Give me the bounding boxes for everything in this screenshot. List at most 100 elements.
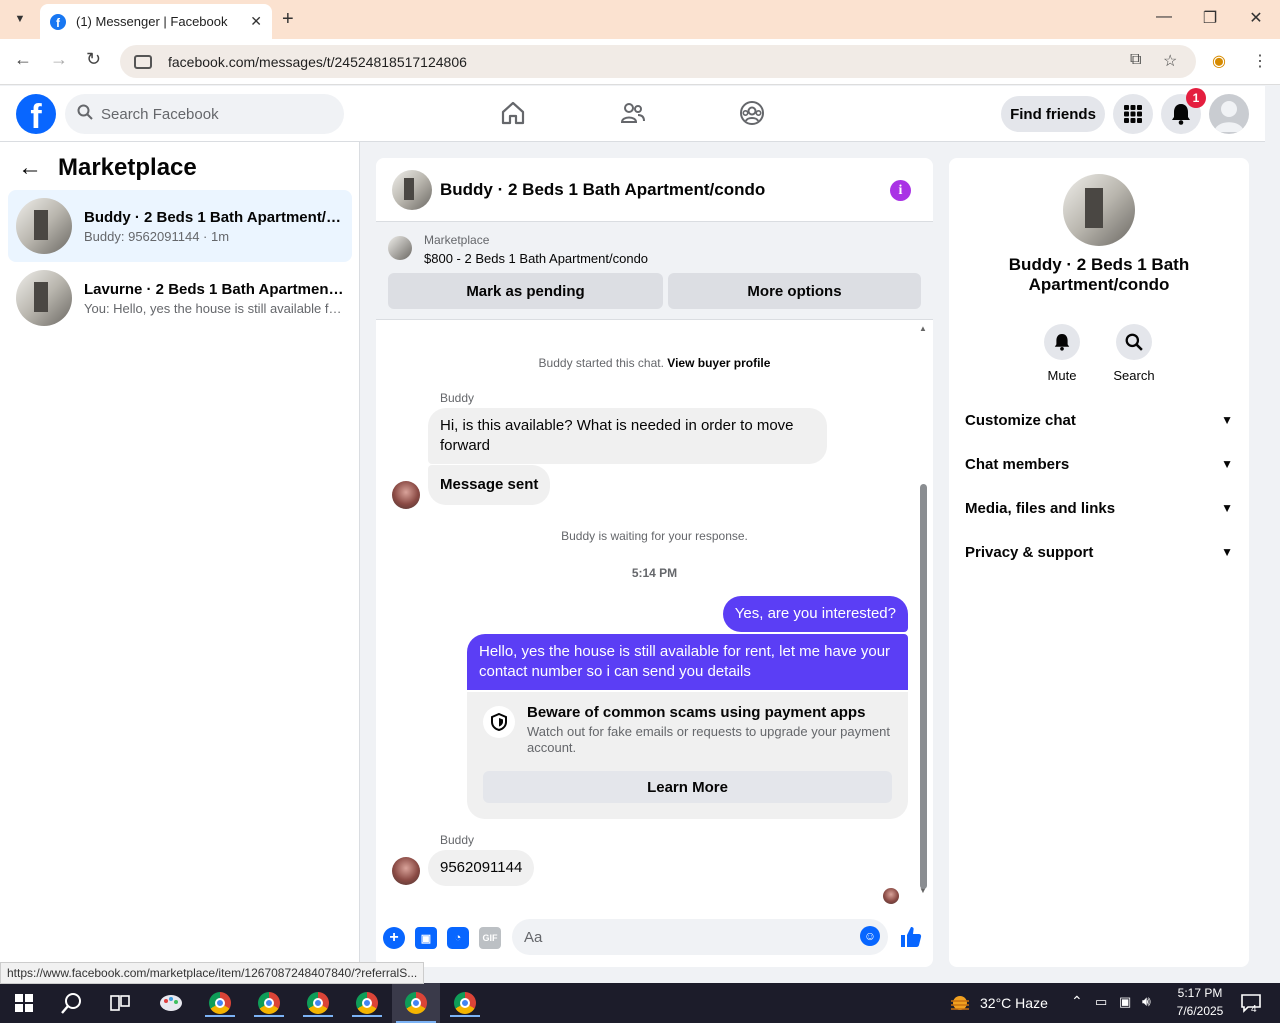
mute-label: Mute [1047,368,1077,383]
restore-icon[interactable]: ❐ [1187,8,1233,28]
chat-members-row[interactable]: Chat members ▼ [957,442,1241,486]
browser-toolbar: ← → ↻ facebook.com/messages/t/2452481851… [0,39,1280,85]
site-info-icon[interactable] [134,54,152,69]
windows-start-icon[interactable] [9,989,39,1017]
facebook-top-nav: f Find friends [0,86,1265,142]
listing-mini-thumbnail[interactable] [388,236,412,260]
chrome-taskbar-icon[interactable] [450,989,480,1017]
customize-chat-row[interactable]: Customize chat ▼ [957,398,1241,442]
message-scrollbar-thumb[interactable] [920,484,927,889]
mute-action[interactable]: Mute [1032,324,1092,383]
listing-thumbnail [16,198,72,254]
chrome-taskbar-icon-active[interactable] [392,983,440,1023]
buddy-avatar[interactable] [392,857,420,885]
conversation-item-buddy[interactable]: Buddy · 2 Beds 1 Bath Apartment/condo Bu… [8,190,352,262]
chat-panel: Buddy · 2 Beds 1 Bath Apartment/condo i … [376,158,933,967]
meet-now-icon[interactable]: ▣ [1119,994,1131,1010]
taskbar-search-icon[interactable] [57,989,87,1017]
weather-text[interactable]: 32°C Haze [980,995,1048,1011]
clock-date[interactable]: 7/6/2025 [1170,1004,1230,1018]
attach-photo-icon[interactable]: ▣ [415,927,437,949]
bell-icon[interactable] [1044,324,1080,360]
home-icon[interactable] [498,98,528,128]
chrome-taskbar-icon[interactable] [303,989,333,1017]
sticker-icon[interactable]: ◔ [447,927,469,949]
chat-started-notice: Buddy started this chat. View buyer prof… [538,356,771,370]
conversation-name: Lavurne · 2 Beds 1 Bath Apartment/condo [84,280,344,298]
facebook-logo-icon[interactable]: f [16,94,56,134]
chevron-down-icon: ▼ [1221,413,1233,427]
marketplace-header: ← Marketplace [18,154,197,182]
message-input[interactable] [524,928,824,946]
bookmark-star-icon[interactable]: ☆ [1163,51,1177,71]
conversation-item-lavurne[interactable]: Lavurne · 2 Beds 1 Bath Apartment/condo … [8,262,352,334]
task-view-icon[interactable] [105,989,135,1017]
incoming-message[interactable]: 9562091144 [428,850,535,886]
tray-expand-icon[interactable]: ⌃ [1071,993,1083,1010]
page-scrollbar[interactable] [1265,86,1280,983]
message-timestamp: 5:14 PM [631,566,678,580]
mark-as-pending-button[interactable]: Mark as pending [388,273,663,309]
listing-price-title[interactable]: $800 - 2 Beds 1 Bath Apartment/condo [424,251,648,266]
more-actions-plus-icon[interactable]: + [383,927,405,949]
chat-title[interactable]: Buddy · 2 Beds 1 Bath Apartment/condo [440,180,765,200]
clock-time[interactable]: 5:17 PM [1173,986,1227,1000]
scroll-up-icon[interactable]: ▲ [919,324,927,333]
facebook-search-input[interactable] [101,105,321,123]
facebook-favicon-icon: f [50,13,66,30]
friends-icon[interactable] [618,98,648,128]
back-icon[interactable]: ← [14,49,32,70]
tab-close-icon[interactable]: ✕ [250,13,262,30]
message-input-box[interactable] [512,919,888,955]
groups-icon[interactable] [737,98,767,128]
outgoing-message[interactable]: Yes, are you interested? [722,596,908,632]
new-tab-icon[interactable]: + [282,8,294,31]
find-friends-button[interactable]: Find friends [1001,96,1105,132]
search-icon[interactable] [1116,324,1152,360]
address-url[interactable]: facebook.com/messages/t/2452481851712480… [168,54,467,70]
gif-icon[interactable]: GIF [479,927,501,949]
marketplace-chats-panel: ← Marketplace Buddy · 2 Beds 1 Bath Apar… [0,142,360,967]
thumbs-up-like-icon[interactable] [899,925,923,949]
chrome-taskbar-icon[interactable] [205,989,235,1017]
buddy-avatar[interactable] [392,481,420,509]
account-avatar[interactable] [1209,94,1249,134]
media-files-links-row[interactable]: Media, files and links ▼ [957,486,1241,530]
conversation-info-icon[interactable]: i [890,180,911,201]
menu-grid-icon[interactable] [1113,94,1153,134]
browser-menu-icon[interactable]: ⋮ [1252,51,1268,71]
chrome-taskbar-icon[interactable] [352,989,382,1017]
close-window-icon[interactable]: ✕ [1233,8,1279,28]
more-options-button[interactable]: More options [668,273,921,309]
listing-profile-thumbnail[interactable] [1063,174,1135,246]
reload-icon[interactable]: ↻ [86,49,101,70]
tab-title: (1) Messenger | Facebook [76,14,228,29]
browser-tab-messenger[interactable]: f (1) Messenger | Facebook ✕ [40,4,272,39]
profile-icon[interactable]: ◉ [1212,51,1226,71]
privacy-support-row[interactable]: Privacy & support ▼ [957,530,1241,574]
install-app-icon[interactable]: ⧉ [1130,51,1141,69]
conversation-name: Buddy · 2 Beds 1 Bath Apartment/condo [84,208,344,226]
learn-more-button[interactable]: Learn More [483,771,892,803]
forward-icon[interactable]: → [50,49,68,70]
search-action[interactable]: Search [1104,324,1164,383]
chrome-taskbar-icon[interactable] [254,989,284,1017]
back-arrow-icon[interactable]: ← [18,154,42,182]
volume-icon[interactable]: 🔊︎ [1142,993,1151,1010]
view-buyer-profile-link[interactable]: View buyer profile [667,356,770,370]
minimize-icon[interactable]: — [1141,8,1187,26]
paint-app-icon[interactable] [156,989,186,1017]
facebook-search[interactable] [65,94,344,134]
incoming-message[interactable]: Message sent [428,465,551,505]
chevron-down-icon: ▼ [1221,457,1233,471]
chat-thumbnail[interactable] [392,169,432,210]
outgoing-message[interactable]: Hello, yes the house is still available … [467,634,908,690]
emoji-icon[interactable]: ☺ [860,926,880,946]
tab-search-dropdown-icon[interactable]: ▼ [6,7,34,31]
network-icon[interactable]: ▭ [1095,994,1107,1010]
incoming-message[interactable]: Hi, is this available? What is needed in… [428,408,827,464]
scam-warning-title: Beware of common scams using payment app… [527,704,866,721]
weather-icon[interactable] [945,989,975,1017]
seen-receipt-avatar [883,888,899,904]
address-bar[interactable]: facebook.com/messages/t/2452481851712480… [120,45,1196,78]
